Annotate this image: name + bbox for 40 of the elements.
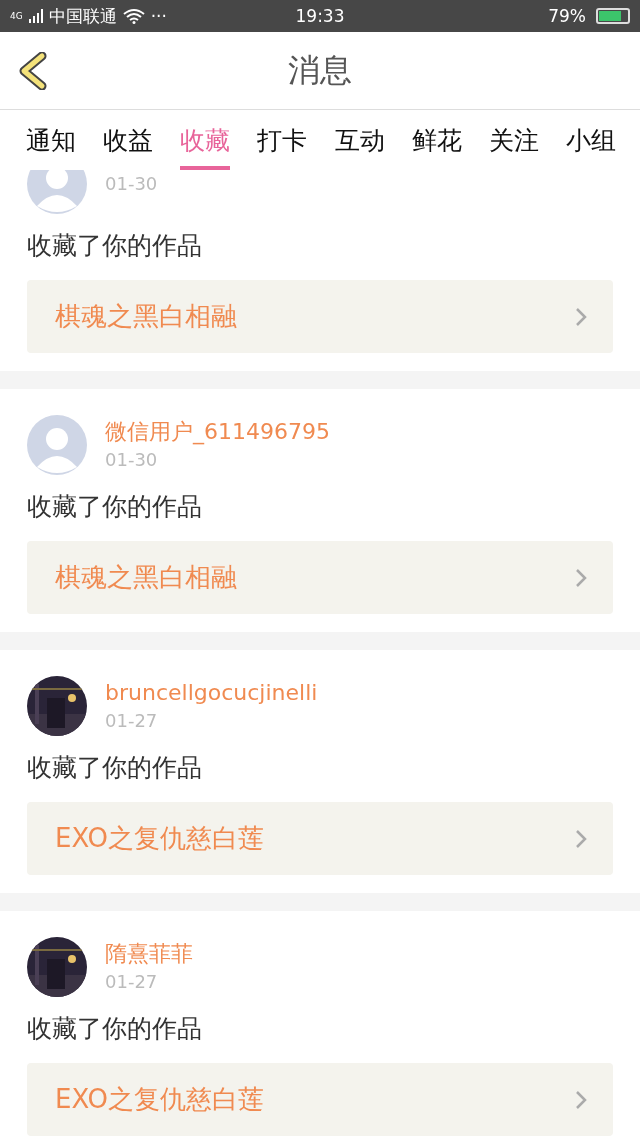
work-title: 棋魂之黑白相融 bbox=[55, 300, 237, 333]
message-text: 收藏了你的作品 bbox=[27, 1013, 203, 1045]
user-name[interactable]: 微信用户_611496795 bbox=[105, 417, 613, 447]
time: 19:33 bbox=[295, 6, 345, 26]
message-date: 01-30 bbox=[105, 448, 159, 472]
work-link[interactable]: EXO之复仇慈白莲 bbox=[27, 802, 613, 875]
chevron-right-icon bbox=[575, 828, 587, 849]
tab[interactable]: 互动 bbox=[334, 122, 385, 170]
user-name[interactable]: bruncellgocucjinelli bbox=[105, 678, 613, 708]
message-date: 01-27 bbox=[105, 970, 159, 994]
work-link[interactable]: 棋魂之黑白相融 bbox=[27, 280, 613, 353]
message-text: 收藏了你的作品 bbox=[27, 491, 203, 523]
tab[interactable]: 通知 bbox=[26, 122, 76, 170]
tab[interactable]: 打卡 bbox=[257, 122, 308, 170]
carrier-name: 中国联通 bbox=[48, 4, 117, 28]
user-name[interactable]: 隋熹菲菲 bbox=[105, 939, 613, 969]
avatar-icon bbox=[27, 415, 87, 475]
chevron-right-icon bbox=[575, 306, 587, 327]
network-label: 4G bbox=[10, 10, 23, 21]
chevron-right-icon bbox=[575, 567, 587, 588]
chevron-right-icon bbox=[575, 1089, 587, 1110]
work-title: EXO之复仇慈白莲 bbox=[55, 822, 265, 855]
message-text: 收藏了你的作品 bbox=[27, 230, 203, 262]
wifi-icon bbox=[122, 8, 145, 24]
message-date: 01-27 bbox=[105, 709, 159, 733]
signal-icon bbox=[28, 9, 43, 23]
tab[interactable]: 关注 bbox=[488, 122, 539, 170]
tab[interactable]: 小组 bbox=[566, 122, 616, 170]
work-link[interactable]: 棋魂之黑白相融 bbox=[27, 541, 613, 614]
page-title: 消息 bbox=[288, 49, 352, 91]
message-text: 收藏了你的作品 bbox=[27, 752, 203, 784]
work-title: EXO之复仇慈白莲 bbox=[55, 1083, 265, 1116]
message-date: 01-30 bbox=[105, 172, 159, 196]
battery-icon bbox=[596, 8, 630, 24]
battery-percent: 79% bbox=[548, 6, 586, 26]
tab[interactable]: 收益 bbox=[103, 122, 154, 170]
more-indicator: ··· bbox=[150, 6, 167, 26]
tab[interactable]: 鲜花 bbox=[411, 122, 462, 170]
work-link[interactable]: EXO之复仇慈白莲 bbox=[27, 1063, 613, 1136]
work-title: 棋魂之黑白相融 bbox=[55, 561, 237, 594]
